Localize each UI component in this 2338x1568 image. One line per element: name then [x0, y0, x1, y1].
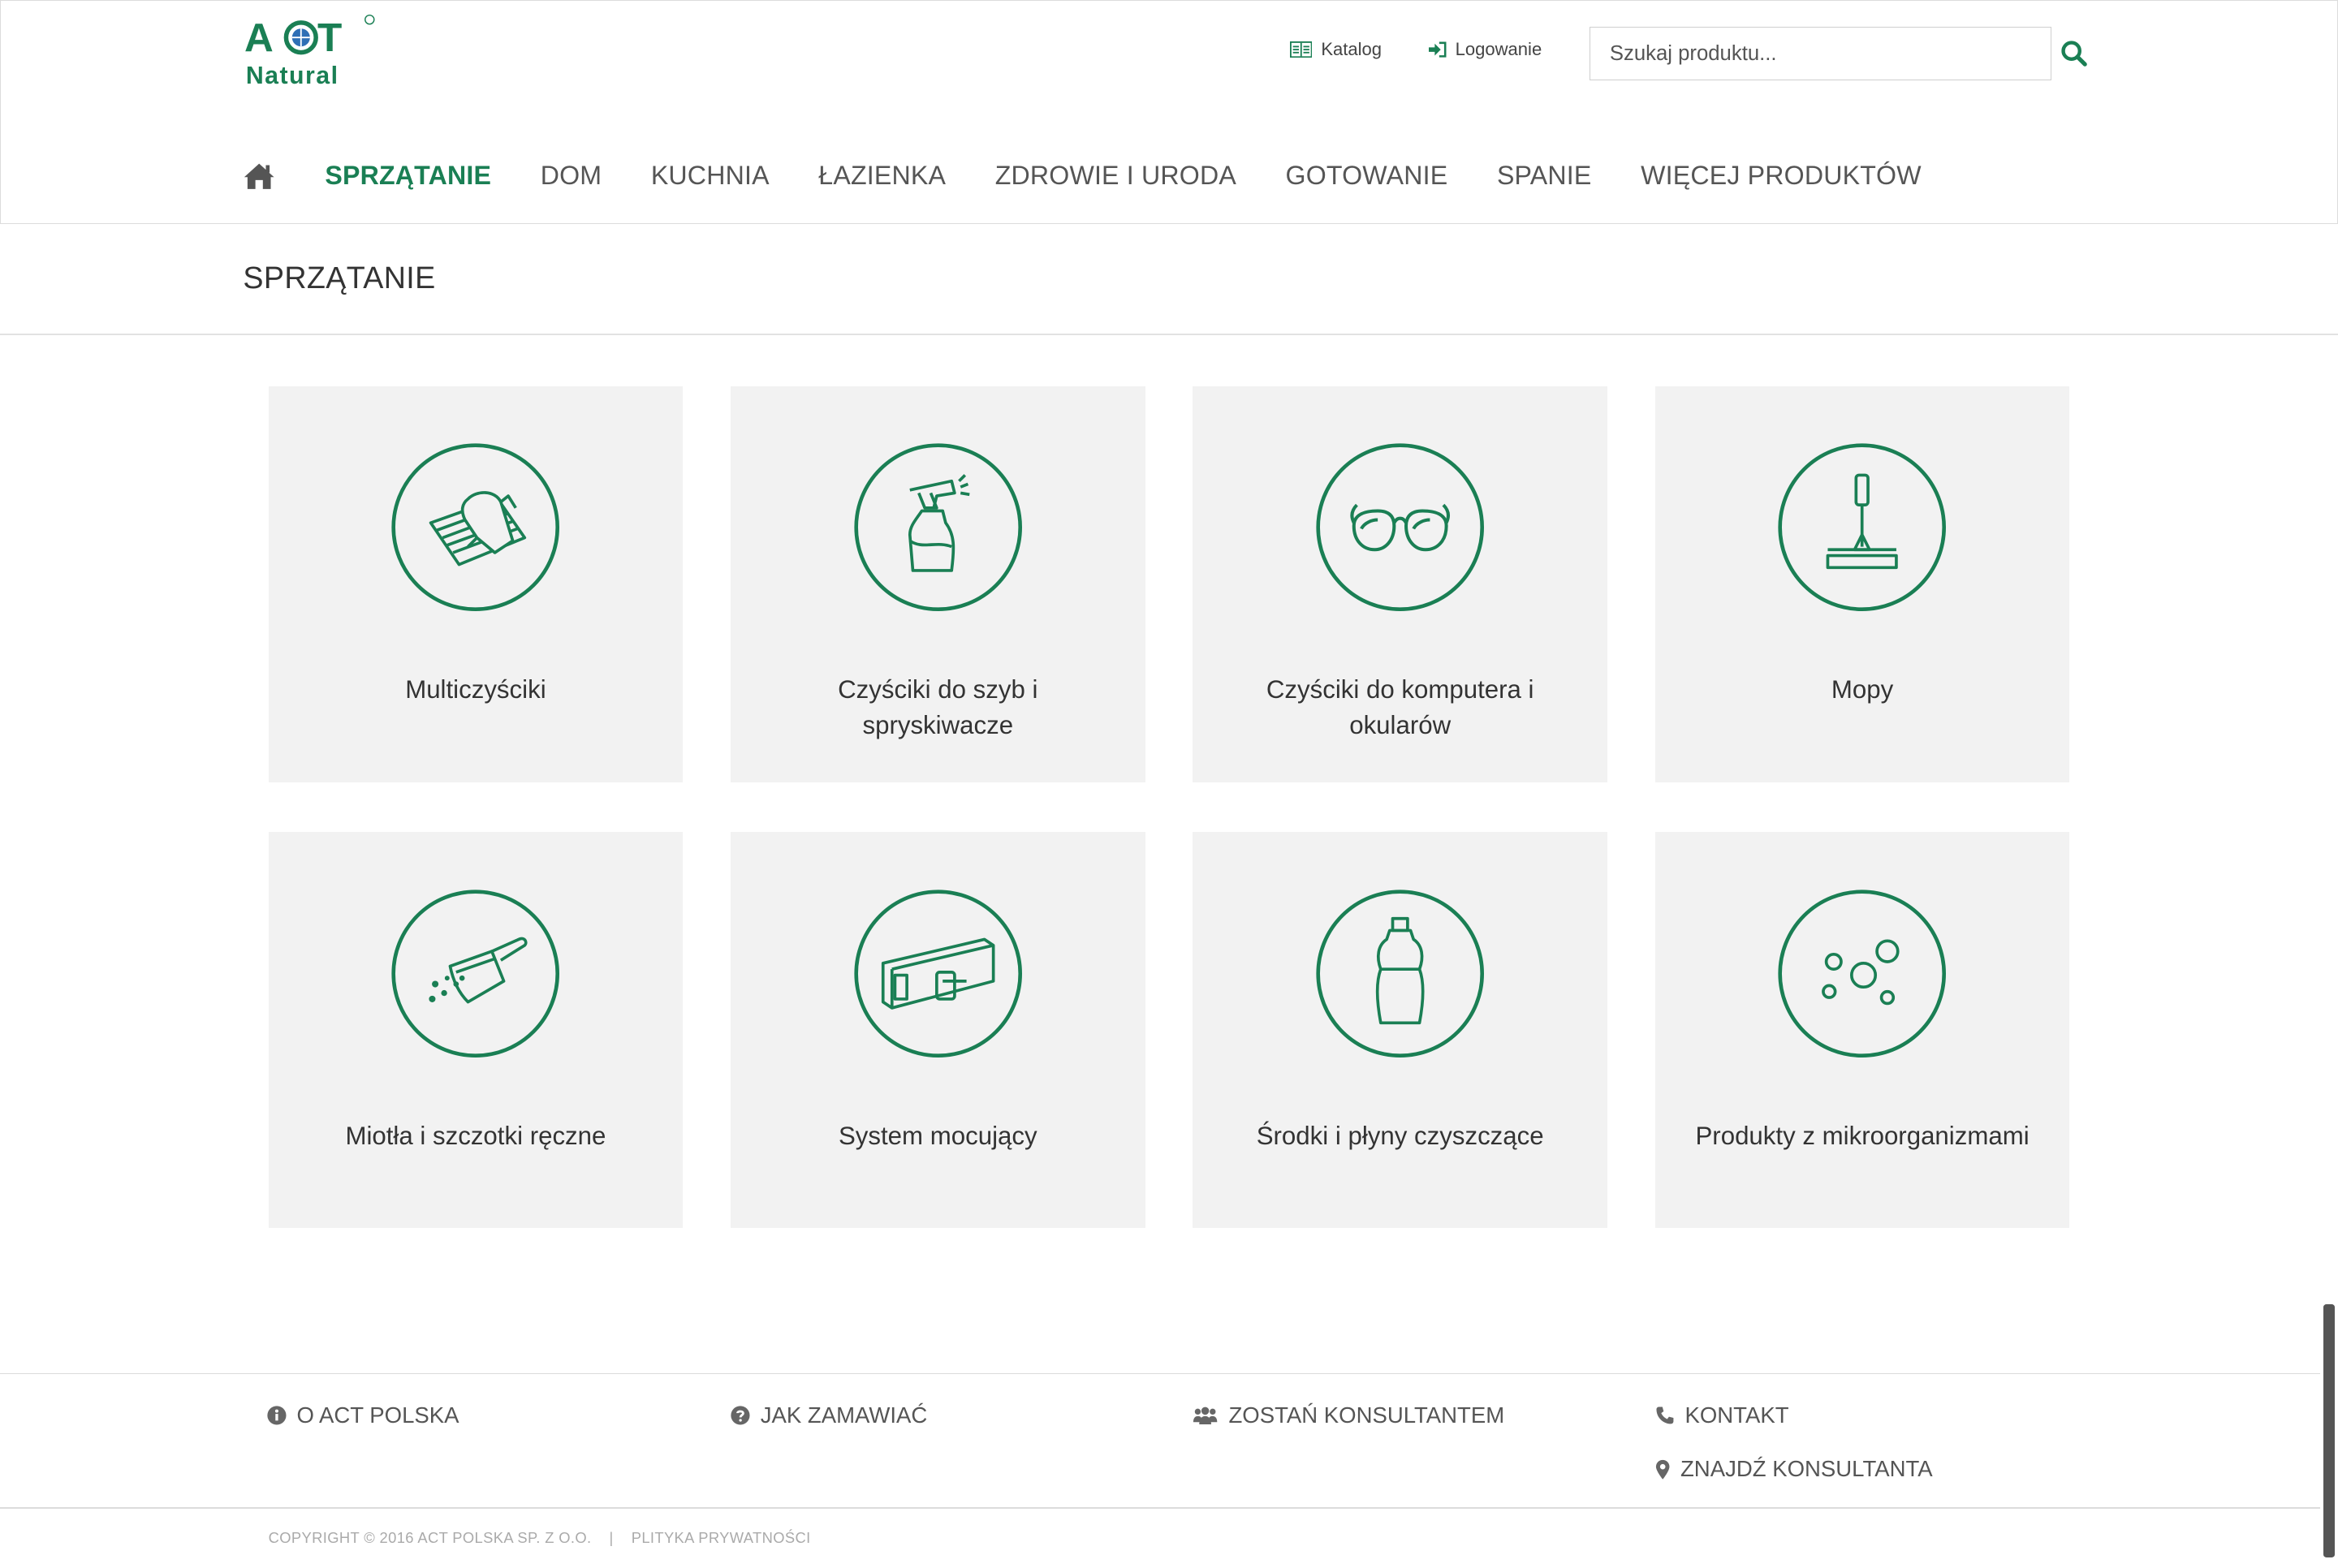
category-label: Miotła i szczotki ręczne [345, 1121, 606, 1150]
category-card-miotla[interactable]: Miotła i szczotki ręczne [268, 831, 684, 1229]
privacy-policy-link[interactable]: PLITYKA PRYWATNOŚCI [632, 1529, 811, 1546]
mounting-rail-icon [853, 890, 1022, 1058]
spray-bottle-icon [853, 443, 1022, 612]
login-link[interactable]: Logowanie [1428, 38, 1542, 60]
category-label: System mocujący [838, 1121, 1037, 1150]
footer-divider [0, 1506, 2320, 1509]
category-card-system-mocujacy[interactable]: System mocujący [730, 831, 1145, 1229]
question-icon [731, 1406, 750, 1425]
footer-link-jak-zamawiac[interactable]: JAK ZAMAWIAĆ [731, 1402, 927, 1428]
footer-link-kontakt[interactable]: KONTAKT [1655, 1402, 1789, 1428]
sign-in-icon [1428, 41, 1447, 58]
category-card-czysciki-do-komputera[interactable]: Czyściki do komputera i okularów [1193, 386, 1607, 783]
footer-divider [0, 1372, 2320, 1375]
footer-link-label: ZOSTAŃ KONSULTANTEM [1228, 1402, 1505, 1428]
category-label: Czyściki do komputera i okularów [1266, 675, 1534, 740]
search-icon [2060, 41, 2087, 67]
main-navigation: SPRZĄTANIE DOM KUCHNIA ŁAZIENKA ZDROWIE … [243, 155, 1970, 196]
nav-item-dom[interactable]: DOM [541, 161, 602, 191]
nav-item-lazienka[interactable]: ŁAZIENKA [818, 161, 946, 191]
divider [0, 334, 2338, 336]
category-card-srodki-czyszczace[interactable]: Środki i płyny czyszczące [1193, 831, 1607, 1229]
nav-item-wiecej-produktow[interactable]: WIĘCEJ PRODUKTÓW [1641, 161, 1922, 191]
footer-link-o-act-polska[interactable]: O ACT POLSKA [267, 1402, 459, 1428]
svg-text:A: A [244, 14, 274, 59]
nav-item-kuchnia[interactable]: KUCHNIA [651, 161, 770, 191]
detergent-bottle-icon [1316, 890, 1484, 1058]
footer-link-label: ZNAJDŹ KONSULTANTA [1680, 1456, 1933, 1482]
footer-link-label: O ACT POLSKA [296, 1402, 459, 1428]
footer-link-label: KONTAKT [1684, 1402, 1789, 1428]
page-title: SPRZĄTANIE [243, 261, 436, 295]
category-card-czysciki-do-szyb[interactable]: Czyściki do szyb i spryskiwacze [730, 386, 1145, 783]
footer-link-znajdz-konsultanta[interactable]: ZNAJDŹ KONSULTANTA [1655, 1456, 1933, 1482]
separator: | [609, 1529, 614, 1547]
nav-item-spanie[interactable]: SPANIE [1497, 161, 1592, 191]
svg-text:T: T [317, 14, 342, 59]
info-icon [267, 1406, 287, 1425]
category-label: Czyściki do szyb i spryskiwacze [838, 675, 1038, 740]
microorganisms-icon [1778, 890, 1947, 1058]
home-icon[interactable] [243, 161, 275, 191]
map-marker-icon [1655, 1459, 1670, 1480]
glasses-icon [1316, 443, 1484, 612]
footer-link-zostan-konsultantem[interactable]: ZOSTAŃ KONSULTANTEM [1193, 1402, 1504, 1428]
footer-link-label: JAK ZAMAWIAĆ [760, 1402, 928, 1428]
nav-item-sprzatanie[interactable]: SPRZĄTANIE [325, 161, 491, 191]
copyright-text: COPYRIGHT © 2016 ACT POLSKA SP. Z O.O. [268, 1529, 592, 1547]
cleaning-cloth-icon [391, 443, 560, 612]
login-label: Logowanie [1455, 38, 1542, 59]
nav-item-gotowanie[interactable]: GOTOWANIE [1286, 161, 1448, 191]
category-label: Produkty z mikroorganizmami [1695, 1121, 2030, 1150]
nav-item-zdrowie-i-uroda[interactable]: ZDROWIE I URODA [995, 161, 1236, 191]
scrollbar-thumb[interactable] [2323, 1304, 2336, 1558]
act-natural-logo[interactable]: A T Natural [244, 12, 382, 90]
dustpan-icon [391, 890, 560, 1058]
category-label: Środki i płyny czyszczące [1256, 1121, 1544, 1150]
search-input[interactable] [1590, 28, 2051, 80]
category-card-multiczysciki[interactable]: Multiczyściki [268, 386, 684, 783]
phone-icon [1656, 1406, 1674, 1424]
search-box [1589, 27, 2052, 81]
katalog-label: Katalog [1321, 38, 1383, 59]
katalog-link[interactable]: Katalog [1289, 38, 1383, 60]
catalog-icon [1289, 41, 1313, 58]
search-button[interactable] [2060, 39, 2090, 69]
svg-text:Natural: Natural [246, 62, 339, 89]
category-label: Mopy [1831, 675, 1894, 704]
category-label: Multiczyściki [405, 675, 546, 704]
mop-icon [1778, 443, 1947, 612]
category-card-mikroorganizmy[interactable]: Produkty z mikroorganizmami [1654, 831, 2070, 1229]
copyright-bar: COPYRIGHT © 2016 ACT POLSKA SP. Z O.O. | P… [269, 1529, 811, 1547]
users-icon [1193, 1407, 1218, 1425]
category-card-mopy[interactable]: Mopy [1654, 386, 2070, 783]
